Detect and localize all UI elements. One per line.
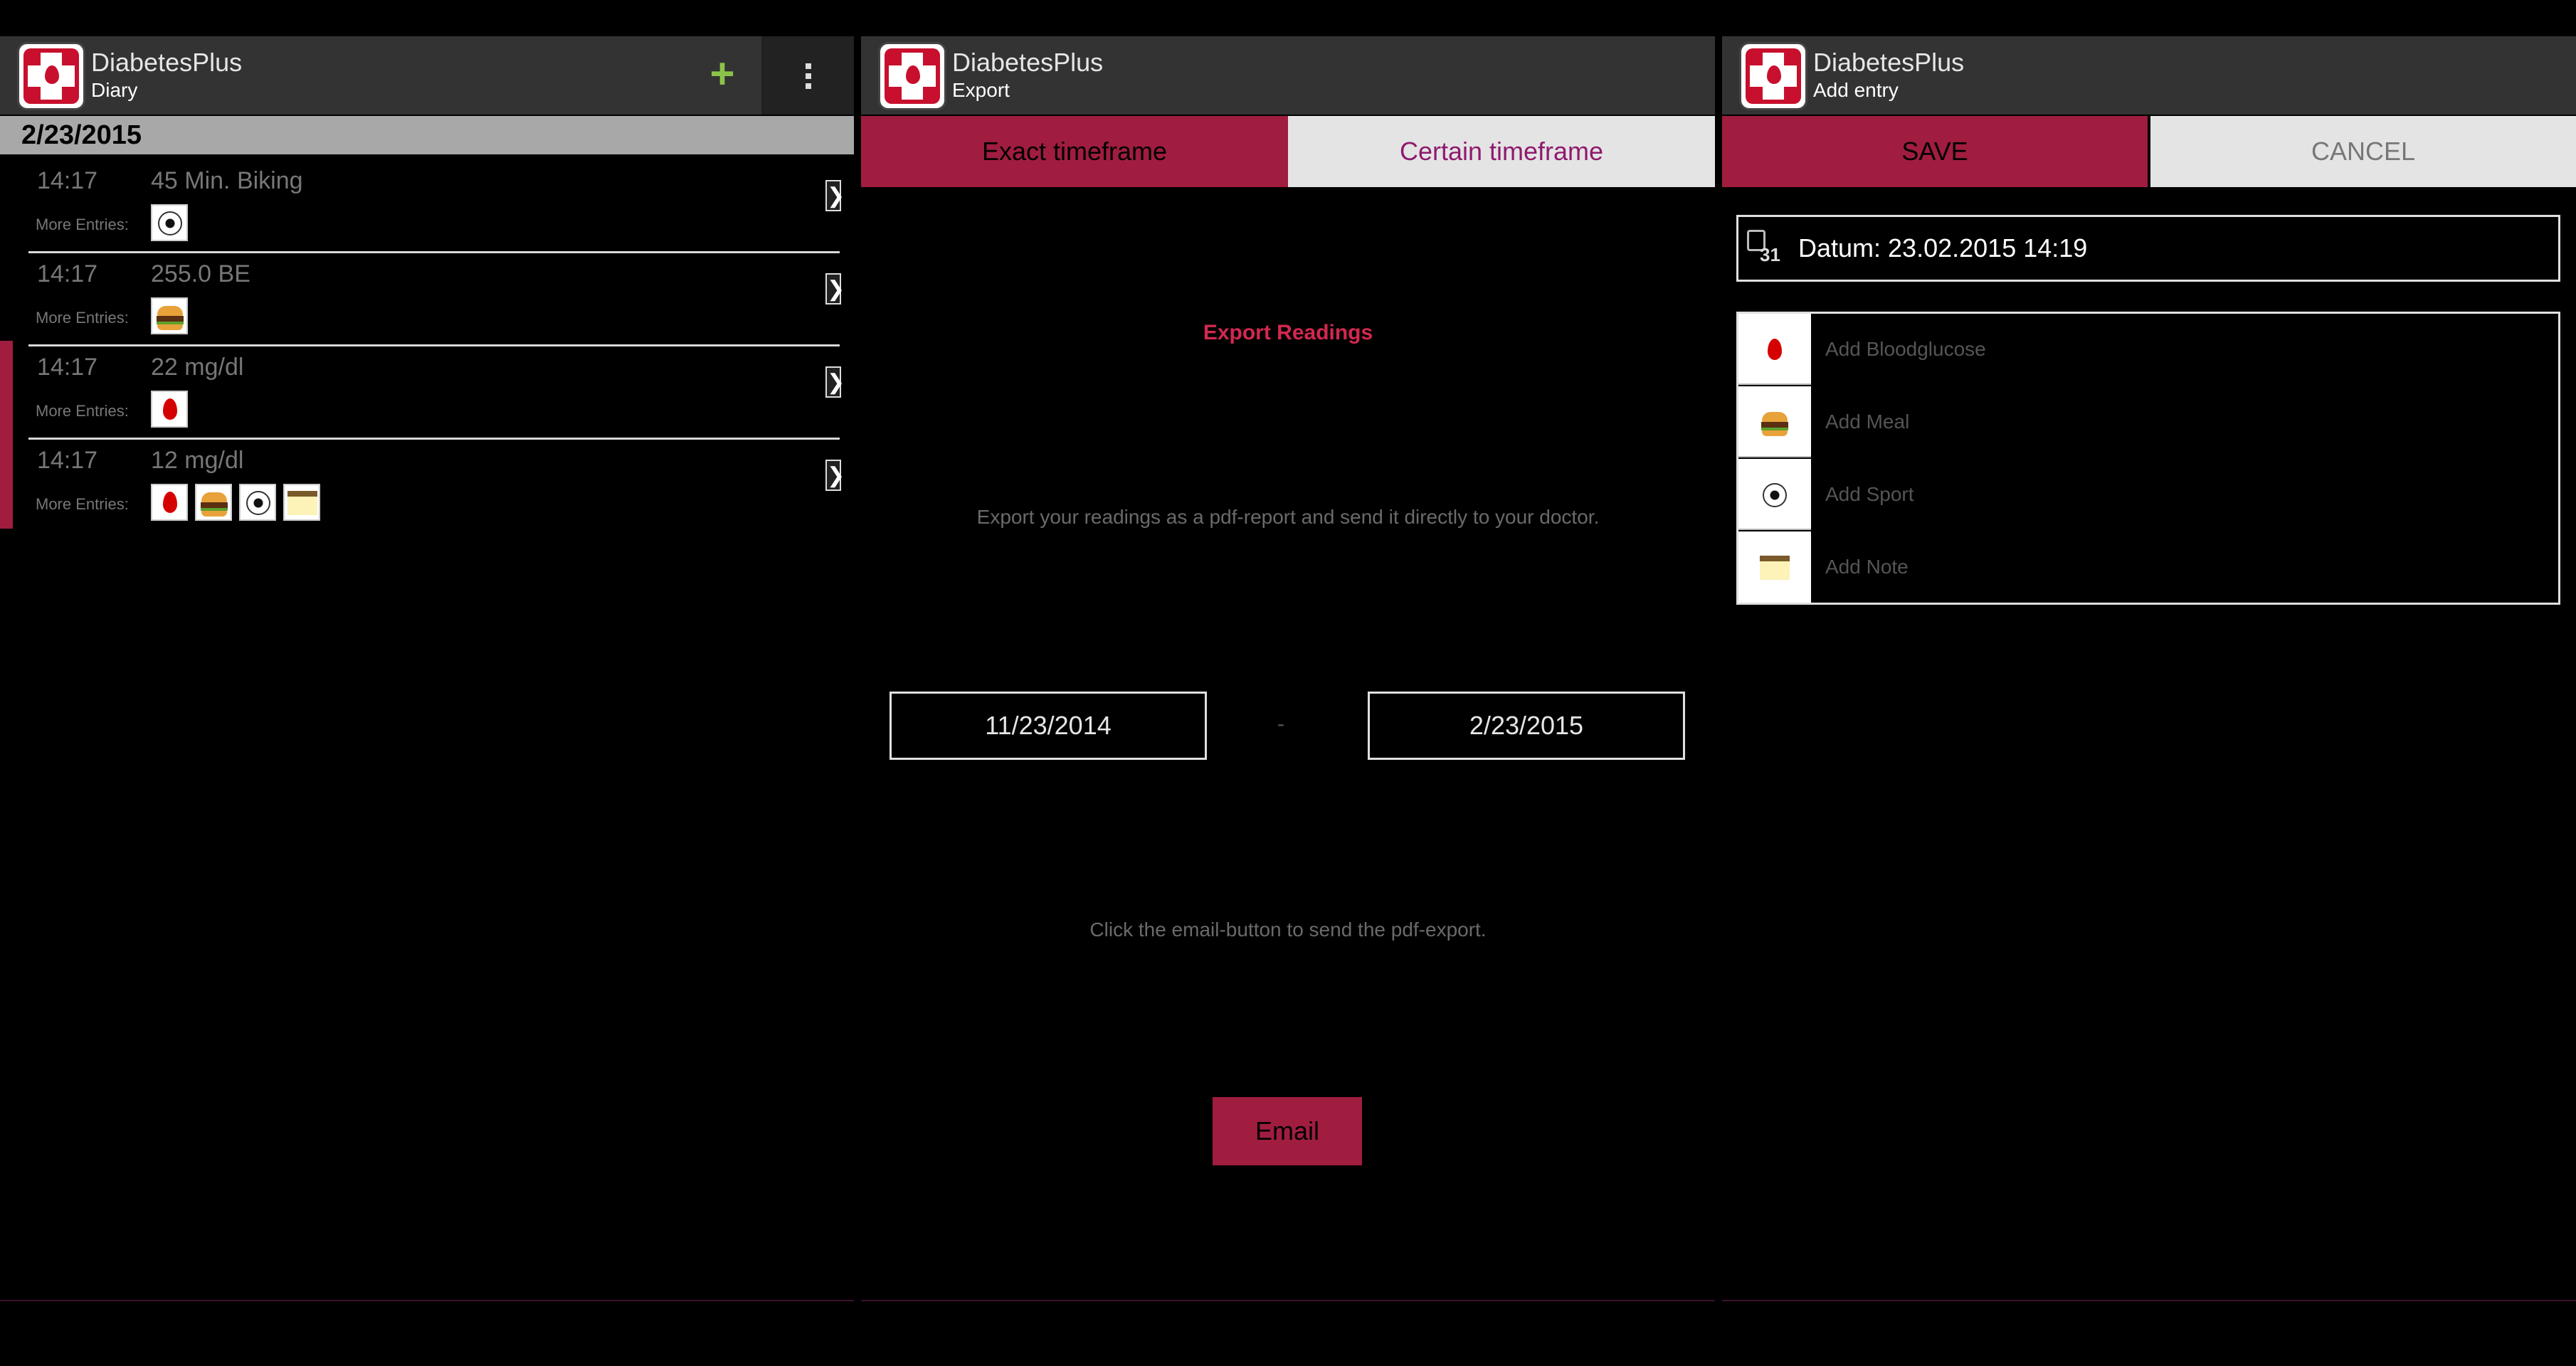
blood-drop-icon	[1757, 332, 1794, 369]
tab-exact-timeframe[interactable]: Exact timeframe	[861, 116, 1288, 187]
screen-title: Diary	[91, 79, 138, 101]
more-entries-label: More Entries:	[36, 309, 129, 327]
divider	[0, 1300, 854, 1301]
app-logo-icon[interactable]	[878, 42, 946, 110]
add-note-item[interactable]: Add Note	[1738, 531, 2558, 604]
add-item-label: Add Note	[1825, 556, 1909, 578]
divider	[1722, 1300, 2576, 1301]
screen-title: Add entry	[1813, 79, 1899, 101]
entry-value: 12 mg/dl	[151, 447, 244, 474]
blood-drop-icon	[151, 391, 188, 428]
date-time-field[interactable]: 31 Datum: 23.02.2015 14:19	[1736, 215, 2560, 282]
app-title: DiabetesPlus	[1813, 48, 1965, 77]
action-bar: DiabetesPlus Add entry	[1722, 36, 2576, 115]
chevron-right-icon[interactable]: ❯	[825, 366, 845, 398]
email-hint: Click the email-button to send the pdf-e…	[1089, 918, 1487, 941]
app-title: DiabetesPlus	[952, 48, 1104, 77]
note-icon	[1757, 550, 1794, 587]
add-item-list: Add Bloodglucose Add Meal Add Sport Add …	[1736, 312, 2560, 605]
calendar-day: 31	[1760, 244, 1780, 265]
add-sport-item[interactable]: Add Sport	[1738, 459, 2558, 531]
calendar-icon: 31	[1744, 227, 1781, 268]
burger-icon	[151, 297, 188, 334]
app-logo-icon[interactable]	[17, 42, 85, 110]
add-meal-item[interactable]: Add Meal	[1738, 386, 2558, 459]
blood-drop-icon	[151, 484, 188, 521]
add-entry-screen: DiabetesPlus Add entry SAVE CANCEL 31 Da…	[1722, 36, 2576, 1301]
soccer-ball-icon	[239, 484, 276, 521]
entry-time: 14:17	[37, 167, 98, 194]
export-screen: DiabetesPlus Export Exact timeframe Cert…	[861, 36, 1715, 1301]
entry-value: 255.0 BE	[151, 260, 250, 287]
chevron-right-icon[interactable]: ❯	[825, 460, 845, 491]
datum-label: Datum: 23.02.2015 14:19	[1798, 233, 2088, 263]
diary-entry[interactable]: 14:17 45 Min. Biking More Entries: ❯	[28, 159, 845, 253]
diary-screen: DiabetesPlus Diary + 2/23/2015 14:17 45 …	[0, 36, 854, 1301]
export-title: Export Readings	[1203, 321, 1373, 344]
app-logo-icon[interactable]	[1739, 42, 1807, 110]
action-bar: DiabetesPlus Diary +	[0, 36, 854, 115]
add-item-label: Add Meal	[1825, 411, 1910, 433]
date-separator: -	[1277, 712, 1284, 736]
screen-title: Export	[952, 79, 1010, 101]
note-icon	[283, 484, 320, 521]
chevron-right-icon[interactable]: ❯	[825, 273, 845, 305]
date-header: 2/23/2015	[0, 116, 854, 154]
burger-icon	[1757, 405, 1794, 442]
add-bloodglucose-item[interactable]: Add Bloodglucose	[1738, 314, 2558, 386]
diary-entry[interactable]: 14:17 255.0 BE More Entries: ❯	[28, 252, 845, 346]
entry-time: 14:17	[37, 260, 98, 287]
date-from-field[interactable]: 11/23/2014	[890, 692, 1207, 760]
soccer-ball-icon	[151, 204, 188, 241]
export-description: Export your readings as a pdf-report and…	[976, 506, 1600, 528]
entry-time: 14:17	[37, 354, 98, 381]
cancel-button[interactable]: CANCEL	[2150, 116, 2576, 187]
divider	[861, 1300, 1715, 1301]
overflow-menu-icon[interactable]	[761, 36, 854, 115]
more-entries-label: More Entries:	[36, 402, 129, 420]
add-item-label: Add Bloodglucose	[1825, 338, 1986, 360]
more-entries-label: More Entries:	[36, 495, 129, 513]
add-item-label: Add Sport	[1825, 483, 1914, 505]
more-entries-label: More Entries:	[36, 216, 129, 233]
save-button[interactable]: SAVE	[1722, 116, 2148, 187]
selection-marker	[0, 341, 13, 529]
email-button[interactable]: Email	[1213, 1097, 1362, 1165]
date-to-field[interactable]: 2/23/2015	[1368, 692, 1685, 760]
action-bar: DiabetesPlus Export	[861, 36, 1715, 115]
diary-entry[interactable]: 14:17 22 mg/dl More Entries: ❯	[28, 345, 845, 440]
chevron-right-icon[interactable]: ❯	[825, 180, 845, 211]
burger-icon	[195, 484, 232, 521]
diary-entry[interactable]: 14:17 12 mg/dl More Entries: ❯	[28, 438, 845, 531]
entry-value: 45 Min. Biking	[151, 167, 303, 194]
add-entry-button[interactable]: +	[683, 36, 761, 115]
entry-value: 22 mg/dl	[151, 354, 244, 381]
app-title: DiabetesPlus	[91, 48, 243, 77]
entry-time: 14:17	[37, 447, 98, 474]
soccer-ball-icon	[1757, 477, 1794, 514]
tab-certain-timeframe[interactable]: Certain timeframe	[1288, 116, 1715, 187]
